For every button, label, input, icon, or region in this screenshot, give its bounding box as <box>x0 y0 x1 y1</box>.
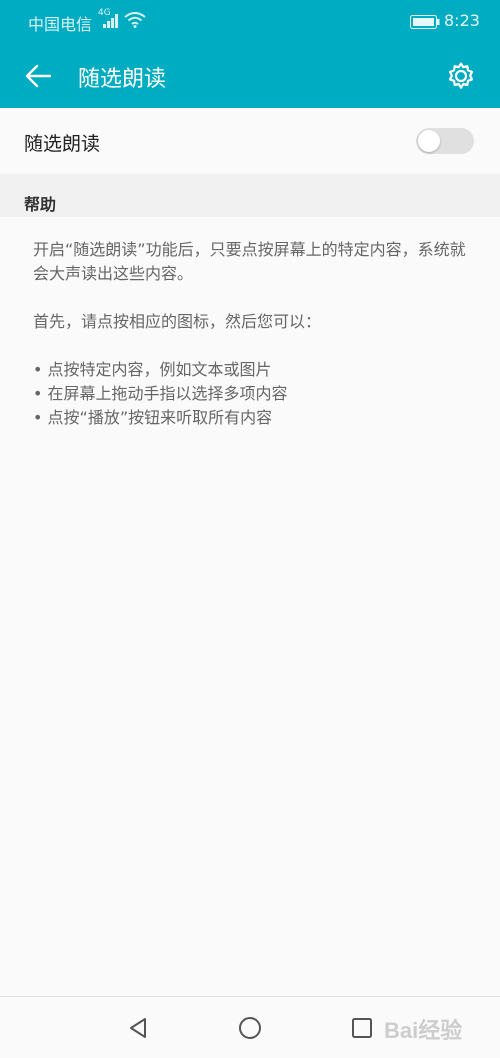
select-to-speak-switch[interactable] <box>416 128 474 154</box>
watermark: Bai经验 <box>384 1018 463 1043</box>
back-arrow-icon[interactable] <box>22 60 54 92</box>
clock: 8:23 <box>444 11 480 30</box>
signal-icon <box>103 14 118 28</box>
list-item: • 在屏幕上拖动手指以选择多项内容 <box>33 384 288 403</box>
switch-knob <box>418 130 440 152</box>
carrier-name: 中国电信 <box>28 15 93 34</box>
list-item: • 点按“播放”按钮来听取所有内容 <box>33 408 273 427</box>
navigation-bar: Bai经验 <box>0 996 500 1058</box>
gear-icon[interactable] <box>446 61 476 91</box>
help-section-header: 帮助 <box>0 174 500 217</box>
help-instructions: 首先，请点按相应的图标，然后您可以： <box>33 312 322 331</box>
page-title: 随选朗读 <box>78 67 167 92</box>
help-bullets: • 点按特定内容，例如文本或图片 • 在屏幕上拖动手指以选择多项内容 • 点按“… <box>33 358 473 430</box>
select-to-speak-row[interactable]: 随选朗读 <box>0 108 500 174</box>
app-bar: 随选朗读 <box>0 42 500 108</box>
help-content: 开启“随选朗读”功能后，只要点按屏幕上的特定内容，系统就会大声读出这些内容。 首… <box>33 238 473 430</box>
list-item: • 点按特定内容，例如文本或图片 <box>33 360 272 379</box>
help-title: 帮助 <box>24 195 57 214</box>
back-triangle-icon[interactable] <box>126 1016 150 1040</box>
status-bar: 中国电信 4G 8:23 <box>0 0 500 42</box>
home-circle-icon[interactable] <box>238 1016 262 1040</box>
wifi-icon <box>124 12 146 28</box>
select-to-speak-label: 随选朗读 <box>24 133 101 155</box>
help-intro: 开启“随选朗读”功能后，只要点按屏幕上的特定内容，系统就会大声读出这些内容。 <box>33 240 466 283</box>
recents-square-icon[interactable] <box>350 1016 374 1040</box>
battery-icon <box>410 15 440 29</box>
